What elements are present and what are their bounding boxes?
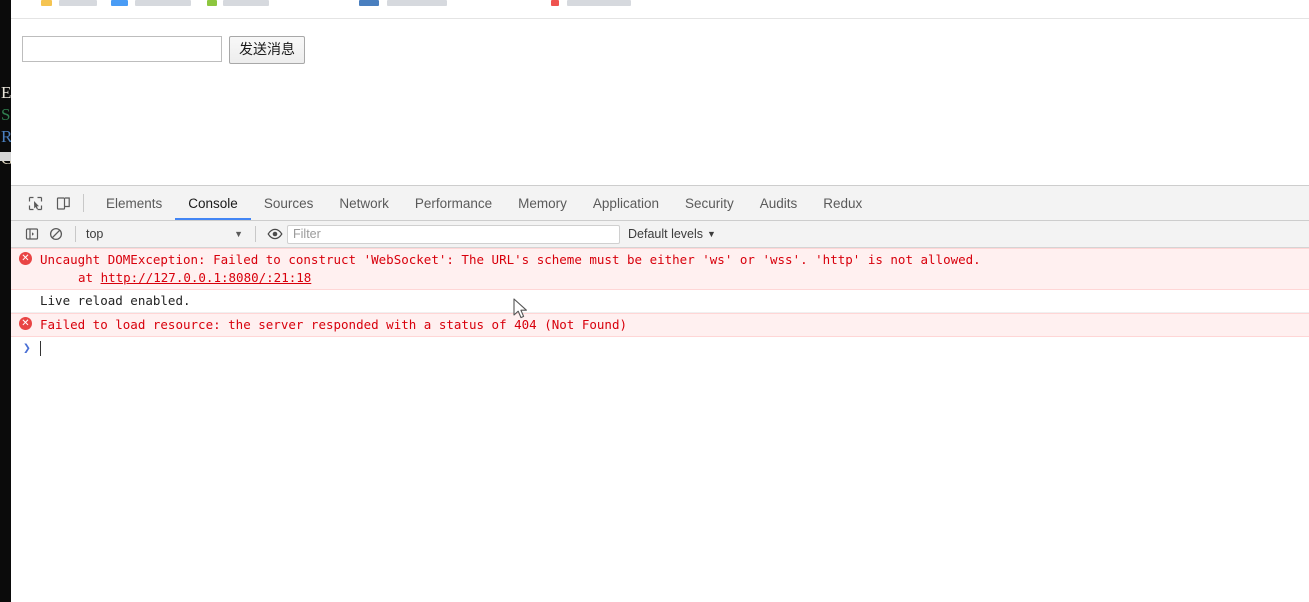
tab-label: Elements	[106, 195, 163, 211]
text-cursor	[40, 340, 41, 356]
execution-context-value: top	[86, 227, 104, 241]
left-strip-notch	[0, 152, 11, 161]
prompt-arrow-icon: ❯	[23, 340, 31, 356]
tab-console[interactable]: Console	[175, 186, 251, 220]
console-message-body: Failed to load resource: the server resp…	[40, 317, 627, 332]
chevron-down-icon: ▼	[234, 229, 243, 239]
live-expression-eye-icon[interactable]	[263, 223, 287, 245]
bookmark-item[interactable]	[41, 0, 52, 6]
console-message-list: ✕ Uncaught DOMException: Failed to constr…	[11, 248, 1309, 602]
console-filter-bar: top ▼ Default levels ▼	[11, 221, 1309, 248]
tab-label: Memory	[518, 195, 567, 211]
log-levels-label: Default levels	[628, 227, 704, 241]
devtools-tab-list: Elements Console Sources Network Performance…	[93, 186, 875, 220]
tab-audits[interactable]: Audits	[747, 186, 811, 220]
log-levels-dropdown[interactable]: Default levels ▼	[628, 227, 716, 241]
console-message-body: Live reload enabled.	[40, 293, 191, 308]
bookmark-item[interactable]	[359, 0, 379, 6]
console-message-text: Live reload enabled.	[40, 292, 1309, 310]
console-message-text: Failed to load resource: the server resp…	[40, 316, 1309, 334]
console-message-gutter: ✕	[11, 316, 40, 330]
console-message-body: Uncaught DOMException: Failed to constru…	[40, 252, 981, 267]
console-message[interactable]: ✕ Uncaught DOMException: Failed to constr…	[11, 248, 1309, 290]
tab-performance[interactable]: Performance	[402, 186, 505, 220]
bookmark-item[interactable]	[207, 0, 217, 6]
tab-label: Redux	[823, 195, 863, 211]
tab-label: Network	[339, 195, 389, 211]
tab-security[interactable]: Security	[672, 186, 747, 220]
tab-label: Performance	[414, 195, 493, 211]
console-stack-frame: at http://127.0.0.1:8080/:21:18	[40, 269, 1301, 287]
tab-label: Console	[188, 195, 238, 211]
tab-application[interactable]: Application	[580, 186, 672, 220]
tab-network[interactable]: Network	[326, 186, 402, 220]
execution-context-select[interactable]: top ▼	[83, 224, 248, 244]
bookmark-item[interactable]	[111, 0, 128, 6]
page-viewport: 发送消息	[11, 19, 1309, 185]
tab-sources[interactable]: Sources	[251, 186, 327, 220]
tab-label: Application	[592, 195, 659, 211]
filterbar-divider-2	[255, 226, 256, 242]
bookmark-item[interactable]	[551, 0, 559, 6]
bookmark-item[interactable]	[59, 0, 97, 6]
browser-window: 发送消息 Elements Console Sources Network Perfor…	[0, 0, 1309, 602]
console-filter-input[interactable]	[287, 224, 620, 244]
inspect-element-icon[interactable]	[21, 189, 49, 217]
console-message-gutter: ✕	[11, 251, 40, 265]
chevron-down-icon: ▼	[707, 229, 716, 239]
tab-memory[interactable]: Memory	[505, 186, 580, 220]
device-toolbar-icon[interactable]	[49, 189, 77, 217]
bookmark-item[interactable]	[387, 0, 447, 6]
tab-label: Sources	[263, 195, 314, 211]
error-badge-icon: ✕	[19, 252, 32, 265]
bookmark-item[interactable]	[223, 0, 269, 6]
bookmarks-bar-divider	[11, 7, 1309, 19]
send-message-button[interactable]: 发送消息	[229, 36, 305, 64]
tab-label: Audits	[759, 195, 798, 211]
devtools-panel: Elements Console Sources Network Performance…	[11, 185, 1309, 602]
console-message[interactable]: ✕ Failed to load resource: the server res…	[11, 313, 1309, 337]
error-badge-icon: ✕	[19, 317, 32, 330]
console-message-text: Uncaught DOMException: Failed to constru…	[40, 251, 1309, 287]
console-sidebar-icon[interactable]	[20, 223, 44, 245]
tab-elements[interactable]: Elements	[93, 186, 175, 220]
filterbar-divider-1	[75, 226, 76, 242]
stack-prefix: at	[78, 270, 101, 285]
console-message[interactable]: Live reload enabled.	[11, 290, 1309, 313]
stack-source-link[interactable]: http://127.0.0.1:8080/:21:18	[101, 270, 312, 285]
message-input[interactable]	[22, 36, 222, 62]
console-message-gutter	[11, 292, 40, 293]
bookmarks-bar	[11, 0, 1309, 7]
left-strip-letter: R	[1, 127, 11, 146]
devtools-tabbar: Elements Console Sources Network Performance…	[11, 186, 1309, 221]
window-left-strip: ESRG	[0, 0, 11, 602]
bookmark-item[interactable]	[135, 0, 191, 6]
left-strip-letter: E	[1, 83, 11, 102]
left-strip-letter: S	[1, 105, 11, 124]
clear-console-icon[interactable]	[44, 223, 68, 245]
tab-redux[interactable]: Redux	[810, 186, 875, 220]
toolbar-divider	[83, 194, 84, 212]
console-prompt[interactable]: ❯	[11, 337, 1309, 359]
bookmark-item[interactable]	[567, 0, 631, 6]
tab-label: Security	[684, 195, 734, 211]
message-form: 发送消息	[22, 36, 305, 64]
